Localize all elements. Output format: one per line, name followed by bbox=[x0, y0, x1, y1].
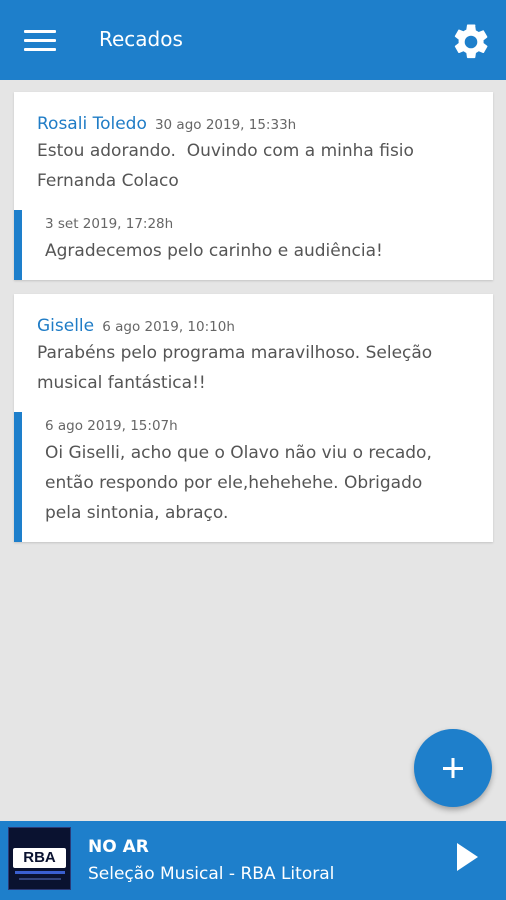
message-author: Giselle bbox=[37, 316, 95, 336]
message-line: Estou adorando. Ouvindo com a minha fisi… bbox=[37, 141, 414, 161]
plus-icon bbox=[443, 758, 463, 778]
message-card: Rosali Toledo 30 ago 2019, 15:33h Estou … bbox=[14, 92, 493, 280]
reply-block: 6 ago 2019, 15:07h Oi Giselli, acho que … bbox=[14, 412, 493, 542]
reply-line: Agradecemos pelo carinho e audiência! bbox=[45, 241, 383, 261]
add-message-button[interactable] bbox=[414, 729, 492, 807]
station-logo-text: RBA bbox=[13, 848, 66, 868]
station-logo: RBA bbox=[8, 827, 71, 890]
message-card: Giselle 6 ago 2019, 10:10h Parabéns pelo… bbox=[14, 294, 493, 542]
message-author: Rosali Toledo bbox=[37, 114, 147, 134]
reply-block: 3 set 2019, 17:28h Agradecemos pelo cari… bbox=[14, 210, 493, 280]
message-date: 6 ago 2019, 10:10h bbox=[102, 319, 235, 335]
now-playing-bar[interactable]: RBA NO AR Seleção Musical - RBA Litoral bbox=[0, 821, 506, 900]
gear-icon[interactable] bbox=[450, 21, 492, 63]
message-text: Estou adorando. Ouvindo com a minha fisi… bbox=[14, 134, 493, 196]
reply-text: Oi Giselli, acho que o Olavo não viu o r… bbox=[22, 434, 493, 528]
page-title: Recados bbox=[99, 27, 183, 51]
menu-icon[interactable] bbox=[24, 28, 56, 52]
message-line: musical fantástica!! bbox=[37, 373, 206, 393]
program-title: Seleção Musical - RBA Litoral bbox=[88, 864, 335, 884]
reply-line: Oi Giselli, acho que o Olavo não viu o r… bbox=[45, 443, 432, 463]
message-date: 30 ago 2019, 15:33h bbox=[154, 117, 297, 133]
message-line: Fernanda Colaco bbox=[37, 171, 179, 191]
reply-line: então respondo por ele,hehehehe. Obrigad… bbox=[45, 473, 423, 493]
play-icon[interactable] bbox=[448, 837, 484, 877]
message-line: Parabéns pelo programa maravilhoso. Sele… bbox=[37, 343, 433, 363]
app-bar: Recados bbox=[0, 0, 506, 80]
reply-date: 3 set 2019, 17:28h bbox=[45, 216, 174, 232]
on-air-label: NO AR bbox=[88, 837, 149, 857]
reply-date: 6 ago 2019, 15:07h bbox=[45, 418, 178, 434]
message-text: Parabéns pelo programa maravilhoso. Sele… bbox=[14, 336, 493, 398]
reply-text: Agradecemos pelo carinho e audiência! bbox=[22, 232, 493, 266]
reply-line: pela sintonia, abraço. bbox=[45, 503, 229, 523]
